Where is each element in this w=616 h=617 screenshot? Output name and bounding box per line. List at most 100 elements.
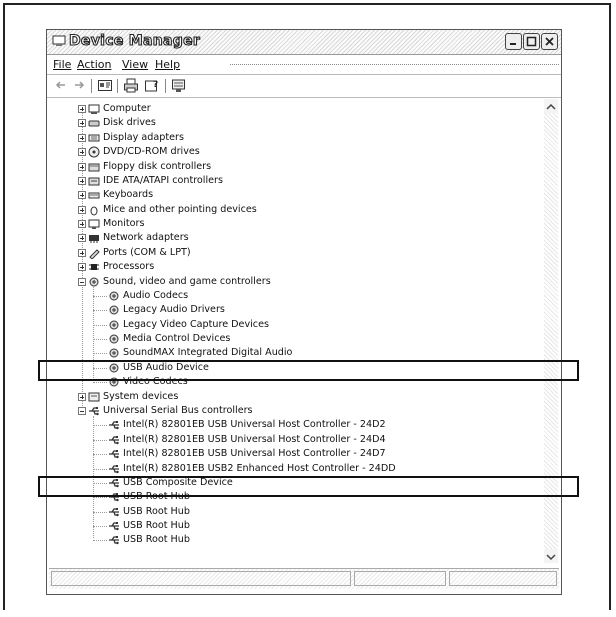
expand-toggle[interactable] xyxy=(78,105,86,113)
device-manager-app-icon xyxy=(52,35,66,46)
monitor-icon xyxy=(88,219,100,230)
tree-category[interactable]: IDE ATA/ATAPI controllers xyxy=(51,174,531,188)
tree-item-label: Intel(R) 82801EB USB2 Enhanced Host Cont… xyxy=(123,462,396,474)
tree-device[interactable]: USB Root Hub xyxy=(51,519,531,533)
tree-device[interactable]: Intel(R) 82801EB USB Universal Host Cont… xyxy=(51,433,531,447)
tree-device[interactable]: Intel(R) 82801EB USB Universal Host Cont… xyxy=(51,418,531,432)
tree-device[interactable]: SoundMAX Integrated Digital Audio xyxy=(51,346,531,360)
maximize-icon xyxy=(526,36,537,47)
tree-category[interactable]: Computer xyxy=(51,102,531,116)
title-bar[interactable]: Device Manager xyxy=(47,30,561,55)
back-arrow-icon[interactable] xyxy=(53,78,69,93)
scroll-up-arrow-icon xyxy=(546,103,556,110)
print-icon[interactable] xyxy=(123,78,139,93)
status-pane-3 xyxy=(449,571,557,586)
help-icon[interactable]: ? xyxy=(144,78,160,93)
sound-icon xyxy=(109,291,119,301)
expand-toggle[interactable] xyxy=(78,234,86,243)
tree-device[interactable]: USB Root Hub xyxy=(51,505,531,519)
expand-toggle[interactable] xyxy=(78,148,86,157)
tree-device[interactable]: Media Control Devices xyxy=(51,332,531,346)
expand-toggle[interactable] xyxy=(78,191,86,200)
toolbar-separator xyxy=(91,79,92,93)
tree-device[interactable]: Audio Codecs xyxy=(51,289,531,303)
tree-item-label: Monitors xyxy=(103,218,145,230)
scroll-down-button[interactable] xyxy=(544,549,558,563)
usb-icon xyxy=(89,406,99,416)
tree-category[interactable]: DVD/CD-ROM drives xyxy=(51,145,531,159)
tree-category[interactable]: Display adapters xyxy=(51,131,531,145)
tree-category[interactable]: Monitors xyxy=(51,217,531,231)
usb-icon xyxy=(109,435,119,444)
tree-item-label: DVD/CD-ROM drives xyxy=(103,146,200,158)
tree-category[interactable]: Disk drives xyxy=(51,116,531,130)
tree-branch-connector xyxy=(93,526,107,528)
expand-toggle[interactable] xyxy=(78,133,86,142)
tree-category[interactable]: Processors xyxy=(51,260,531,274)
tree-device[interactable]: Intel(R) 82801EB USB2 Enhanced Host Cont… xyxy=(51,462,531,476)
menu-file[interactable]: File xyxy=(53,58,71,71)
sound-icon xyxy=(109,334,119,344)
tree-item-label: Intel(R) 82801EB USB Universal Host Cont… xyxy=(123,419,386,431)
status-pane-main xyxy=(51,571,351,586)
tree-category[interactable]: Keyboards xyxy=(51,188,531,202)
minimize-icon xyxy=(510,43,516,45)
usb-icon xyxy=(109,421,119,430)
tree-item-label: System devices xyxy=(103,390,179,402)
menu-bar: File Action View Help xyxy=(47,55,561,73)
menu-action[interactable]: Action xyxy=(77,58,111,71)
tree-device[interactable]: Intel(R) 82801EB USB Universal Host Cont… xyxy=(51,447,531,461)
mouse-icon xyxy=(90,206,98,216)
tree-branch-connector xyxy=(93,353,107,355)
toolbar-separator xyxy=(165,79,166,93)
tree-device[interactable]: Legacy Video Capture Devices xyxy=(51,318,531,332)
tree-category[interactable]: System devices xyxy=(51,390,531,404)
tree-item-label: Keyboards xyxy=(103,189,154,201)
tree-device[interactable]: Legacy Audio Drivers xyxy=(51,303,531,317)
sound-icon xyxy=(89,277,99,287)
tree-item-label: Media Control Devices xyxy=(123,333,231,345)
tree-category[interactable]: Mice and other pointing devices xyxy=(51,203,531,217)
usb-icon xyxy=(109,507,119,516)
tree-item-label: Processors xyxy=(103,261,155,273)
cdrom-icon xyxy=(88,146,100,158)
tree-item-label: Floppy disk controllers xyxy=(103,160,212,172)
expand-toggle[interactable] xyxy=(78,248,86,257)
forward-arrow-icon[interactable] xyxy=(71,78,87,93)
tree-device[interactable]: USB Root Hub xyxy=(51,533,531,547)
collapse-toggle[interactable] xyxy=(78,406,86,415)
tree-item-label: Network adapters xyxy=(103,232,189,244)
tree-branch-connector xyxy=(93,468,107,470)
expand-toggle[interactable] xyxy=(78,263,86,272)
device-manager-window: Device Manager File Action View Help ? C… xyxy=(46,29,562,595)
expand-toggle[interactable] xyxy=(78,392,86,401)
expand-toggle[interactable] xyxy=(78,205,86,214)
tree-item-label: SoundMAX Integrated Digital Audio xyxy=(123,347,293,359)
tree-category[interactable]: Sound, video and game controllers xyxy=(51,275,531,289)
tree-item-label: Mice and other pointing devices xyxy=(103,203,257,215)
expand-toggle[interactable] xyxy=(78,119,86,128)
properties-icon[interactable] xyxy=(97,78,113,93)
close-button[interactable] xyxy=(541,33,558,50)
minimize-button[interactable] xyxy=(505,33,522,50)
tree-category[interactable]: Universal Serial Bus controllers xyxy=(51,404,531,418)
ide-controller-icon xyxy=(88,177,100,186)
maximize-button[interactable] xyxy=(523,33,540,50)
expand-toggle[interactable] xyxy=(78,176,86,185)
computer-icon xyxy=(88,104,100,114)
menu-view[interactable]: View xyxy=(122,58,148,71)
svg-text:?: ? xyxy=(153,80,158,90)
floppy-controller-icon xyxy=(88,163,100,172)
port-icon xyxy=(89,249,100,259)
expand-toggle[interactable] xyxy=(78,220,86,229)
tree-category[interactable]: Ports (COM & LPT) xyxy=(51,246,531,260)
menu-help[interactable]: Help xyxy=(155,58,180,71)
tree-item-label: Audio Codecs xyxy=(123,289,189,301)
scan-hardware-icon[interactable] xyxy=(171,78,187,93)
scroll-up-button[interactable] xyxy=(544,99,558,113)
tree-category[interactable]: Floppy disk controllers xyxy=(51,160,531,174)
collapse-toggle[interactable] xyxy=(78,277,86,286)
usb-icon xyxy=(109,536,119,545)
expand-toggle[interactable] xyxy=(78,162,86,171)
tree-category[interactable]: Network adapters xyxy=(51,231,531,245)
